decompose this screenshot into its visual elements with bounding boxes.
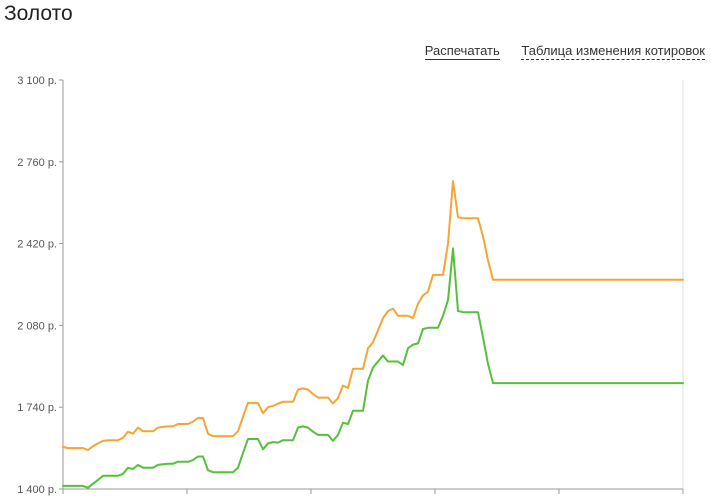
y-tick-label: 1 400 р. xyxy=(17,484,57,496)
series-line-orange xyxy=(62,180,684,451)
series-line-green xyxy=(62,247,684,489)
y-tick-label: 2 420 р. xyxy=(17,239,57,251)
y-tick-label: 2 760 р. xyxy=(17,157,57,169)
y-tick-label: 3 100 р. xyxy=(17,75,57,87)
y-tick-label: 1 740 р. xyxy=(17,402,57,414)
y-tick-label: 2 080 р. xyxy=(17,320,57,332)
price-chart: 1 400 р. 1 740 р. 2 080 р. 2 420 р. 2 760 р.… xyxy=(17,75,684,496)
